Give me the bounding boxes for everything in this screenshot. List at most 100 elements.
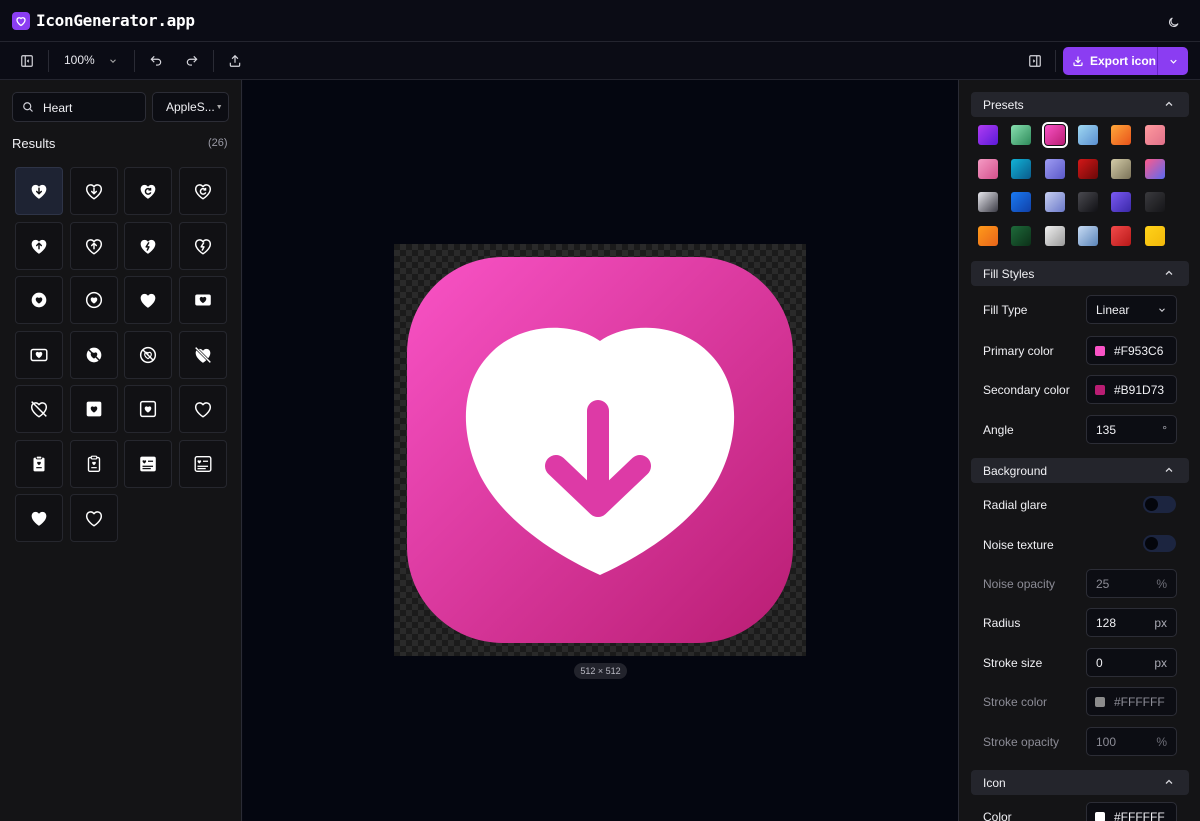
app-logo — [12, 12, 30, 30]
stroke-color-chip[interactable] — [1095, 697, 1105, 707]
preset-swatch[interactable] — [1077, 225, 1098, 246]
theme-toggle-button[interactable] — [1163, 12, 1183, 32]
angle-input[interactable]: 135 ° — [1086, 415, 1177, 444]
icon-result-13[interactable] — [15, 330, 63, 379]
icon-result-10[interactable] — [69, 276, 118, 324]
radial-glare-toggle[interactable] — [1143, 496, 1176, 513]
noise-opacity-unit: % — [1156, 577, 1167, 591]
export-options-button[interactable] — [1158, 47, 1188, 75]
icon-library-select[interactable]: AppleS... ▼ — [152, 92, 229, 122]
preset-swatch[interactable] — [1144, 192, 1165, 212]
stroke-size-value: 0 — [1096, 656, 1103, 670]
preset-swatch[interactable] — [1144, 125, 1165, 145]
icon-result-12[interactable] — [178, 276, 227, 324]
icon-color-chip[interactable] — [1095, 812, 1105, 821]
secondary-color-chip[interactable] — [1095, 385, 1105, 395]
icon-result-7[interactable] — [124, 221, 172, 270]
upload-icon — [229, 54, 241, 67]
noise-texture-toggle[interactable] — [1143, 535, 1176, 552]
preset-swatch[interactable] — [1077, 125, 1098, 145]
fill-type-select[interactable]: Linear — [1086, 295, 1177, 324]
redo-icon — [186, 55, 198, 66]
stroke-color-field[interactable]: #FFFFFF — [1086, 687, 1177, 716]
preset-swatch[interactable] — [1144, 225, 1165, 246]
presets-section-header[interactable]: Presets — [971, 92, 1189, 117]
preset-swatch[interactable] — [978, 158, 998, 179]
preset-swatch[interactable] — [1077, 158, 1098, 179]
redo-button[interactable] — [182, 51, 202, 71]
app-icon-preview — [407, 257, 793, 643]
icon-result-24[interactable] — [178, 439, 227, 488]
icon-result-6[interactable] — [69, 221, 118, 270]
undo-icon — [150, 55, 162, 66]
preset-swatch[interactable] — [1011, 125, 1032, 145]
icon-result-2[interactable] — [69, 167, 118, 215]
icon-result-20[interactable] — [178, 385, 227, 433]
icon-result-8[interactable] — [178, 221, 227, 270]
preset-swatch[interactable] — [1044, 225, 1065, 246]
icon-result-3[interactable] — [124, 167, 172, 215]
search-input[interactable] — [43, 99, 141, 116]
preset-swatch[interactable] — [1011, 158, 1032, 179]
icon-result-19[interactable] — [124, 385, 172, 433]
fill-styles-section-header[interactable]: Fill Styles — [971, 261, 1189, 286]
icon-result-9[interactable] — [15, 276, 63, 324]
preset-swatch[interactable] — [1077, 192, 1098, 212]
preset-swatch[interactable] — [1044, 192, 1065, 212]
icon-result-14[interactable] — [69, 330, 118, 379]
icon-preview-frame[interactable] — [394, 244, 806, 656]
preset-swatch[interactable] — [1144, 158, 1165, 179]
icon-result-1[interactable] — [15, 167, 63, 215]
icon-result-25[interactable] — [15, 494, 63, 542]
preset-swatch[interactable] — [978, 225, 998, 246]
heart-arrow-up-outline-icon — [85, 238, 102, 255]
toggle-sidebar-button[interactable] — [17, 51, 37, 71]
undo-button[interactable] — [146, 51, 166, 71]
heart-slash-icon — [194, 346, 211, 363]
icon-result-15[interactable] — [124, 330, 172, 379]
zoom-dropdown-button[interactable] — [103, 51, 123, 71]
preset-swatch[interactable] — [1011, 225, 1032, 246]
icon-result-26[interactable] — [69, 494, 118, 542]
caret-down-icon: ▼ — [215, 103, 223, 111]
icon-color-field[interactable]: #FFFFFF — [1086, 802, 1177, 821]
icon-result-17[interactable] — [15, 385, 63, 433]
icon-result-11[interactable] — [124, 276, 172, 324]
preset-swatch[interactable] — [1111, 192, 1132, 212]
icon-section-header[interactable]: Icon — [971, 770, 1189, 795]
stroke-opacity-input[interactable]: 100 % — [1086, 727, 1177, 756]
fill-type-label: Fill Type — [983, 303, 1028, 317]
preset-swatch[interactable] — [978, 125, 998, 145]
search-box — [12, 92, 146, 122]
preset-swatch[interactable] — [1111, 225, 1132, 246]
icon-result-18[interactable] — [69, 385, 118, 433]
icon-result-21[interactable] — [15, 439, 63, 488]
icon-library-value: AppleS... — [166, 100, 215, 114]
upload-button[interactable] — [225, 51, 245, 71]
export-icon-button[interactable]: Export icon — [1063, 47, 1157, 75]
secondary-color-field[interactable]: #B91D73 — [1086, 375, 1177, 404]
zoom-select[interactable]: 100% — [64, 53, 95, 67]
primary-color-field[interactable]: #F953C6 — [1086, 336, 1177, 365]
preset-swatch[interactable] — [1044, 158, 1065, 179]
noise-opacity-input[interactable]: 25 % — [1086, 569, 1177, 598]
primary-color-chip[interactable] — [1095, 346, 1105, 356]
icon-result-22[interactable] — [69, 439, 118, 488]
heart-fill-icon — [31, 511, 47, 526]
preset-swatch[interactable] — [978, 192, 998, 212]
radius-input[interactable]: 128 px — [1086, 608, 1177, 637]
icon-result-4[interactable] — [178, 167, 227, 215]
background-section-header[interactable]: Background — [971, 458, 1189, 483]
icon-result-16[interactable] — [178, 330, 227, 379]
icon-result-23[interactable] — [124, 439, 172, 488]
preset-swatch[interactable] — [1011, 192, 1032, 212]
angle-value: 135 — [1096, 423, 1117, 437]
stroke-size-input[interactable]: 0 px — [1086, 648, 1177, 677]
preset-swatch[interactable] — [1111, 125, 1132, 145]
heart-outline-icon — [194, 402, 211, 418]
toolbar: 100% Export icon — [0, 42, 1200, 80]
preset-swatch[interactable] — [1041, 122, 1068, 148]
preset-swatch[interactable] — [1111, 158, 1132, 179]
icon-result-5[interactable] — [15, 221, 63, 270]
toggle-properties-button[interactable] — [1025, 51, 1045, 71]
